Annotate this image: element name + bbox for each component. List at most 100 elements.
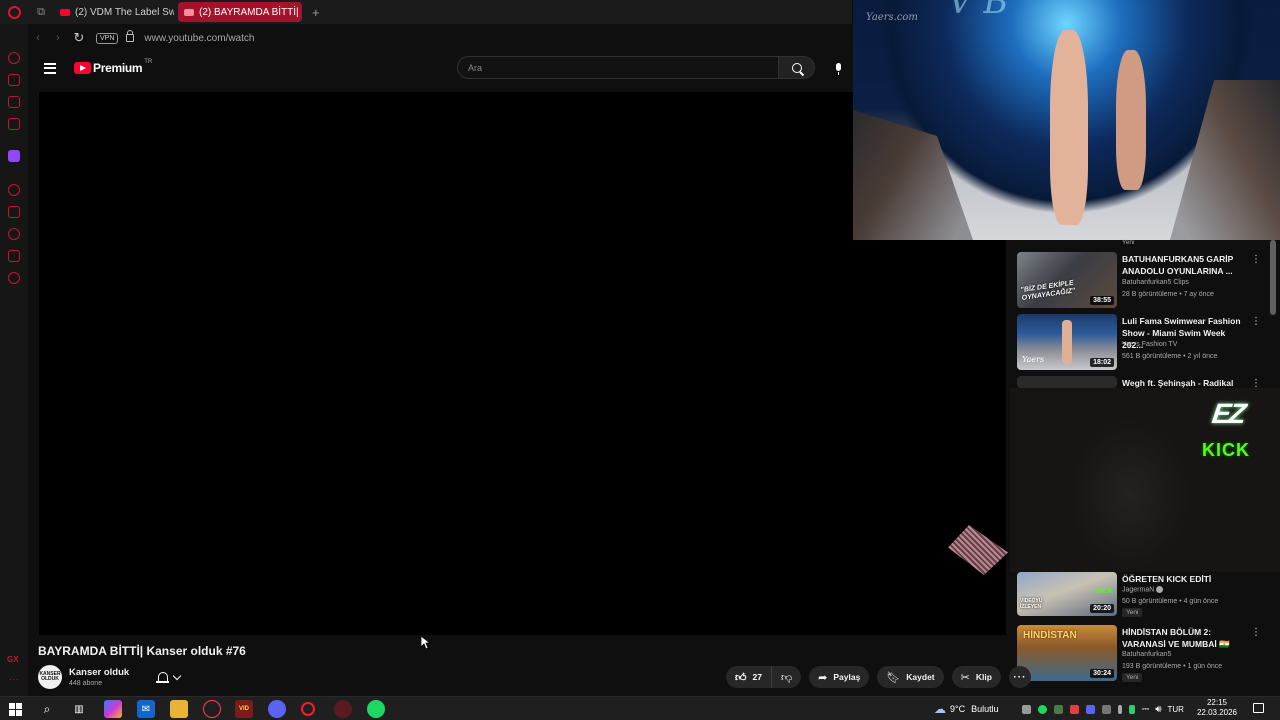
search-box	[457, 56, 779, 79]
youtube-logo[interactable]: Premium TR	[74, 59, 152, 75]
new-tab-button[interactable]: +	[306, 5, 326, 20]
tray-app-icon[interactable]	[1070, 704, 1079, 714]
save-button[interactable]: 🔖︎ Kaydet	[877, 666, 944, 688]
tab-island-icon[interactable]: ⧉	[28, 0, 54, 24]
list-item[interactable]: KICK VİDEOYU İZLEYEN 20:20 ÖĞRETEN KICK …	[1017, 572, 1277, 632]
video-title[interactable]: BATUHANFURKAN5 GARİP ANADOLU OYUNLARINA …	[1122, 253, 1246, 277]
picture-in-picture-video[interactable]: V B Yaers.com	[853, 0, 1280, 240]
clip-button[interactable]: ✂ Klip	[951, 666, 1001, 688]
search-input[interactable]	[458, 57, 758, 78]
extensions-icon[interactable]	[8, 250, 20, 262]
more-actions-button[interactable]: ···	[1008, 666, 1031, 688]
notification-bell-button[interactable]	[149, 666, 189, 688]
copilot-icon[interactable]	[104, 700, 122, 718]
task-view-icon[interactable]: ▥	[70, 700, 88, 718]
steam-tray-icon[interactable]	[1022, 704, 1031, 714]
tray-app-icon[interactable]	[1129, 704, 1135, 714]
spotify-icon[interactable]	[367, 700, 385, 718]
tab-bayramda-bitti[interactable]: (2) BAYRAMDA BİTTİ| Kan	[178, 2, 302, 22]
url-field[interactable]: www.youtube.com/watch	[144, 33, 254, 44]
video-thumbnail[interactable]: Yaers 18:02	[1017, 314, 1117, 370]
thumbnail-caption: "BİZ DE EKİPLE OYNAYACAĞIZ"	[1020, 279, 1076, 302]
network-icon[interactable]: ⎓	[1142, 704, 1149, 715]
hamburger-menu-icon[interactable]	[44, 60, 56, 76]
more-options-icon[interactable]: ⋮	[1251, 317, 1261, 327]
discord-icon[interactable]	[268, 700, 286, 718]
duration-badge: 30:24	[1090, 669, 1114, 678]
aria-icon[interactable]	[8, 52, 20, 64]
vpn-badge[interactable]: VPN	[96, 32, 119, 44]
weather-widget[interactable]: ☁ 9°C Bulutlu	[934, 697, 999, 720]
opera-icon[interactable]	[301, 702, 315, 716]
microphone-tray-icon[interactable]	[1118, 704, 1122, 714]
outlook-icon[interactable]: ✉	[137, 700, 155, 718]
video-thumbnail[interactable]	[1017, 376, 1117, 388]
discord-tray-icon[interactable]	[1086, 704, 1095, 714]
gx-control-icon[interactable]: GX	[7, 655, 19, 664]
channel-name[interactable]: Batuhanfurkan5	[1122, 651, 1171, 658]
share-button[interactable]: ➦ Paylaş	[809, 666, 870, 688]
video-meta: 193 B görüntüleme • 1 gün önce	[1122, 663, 1223, 670]
dislike-button[interactable]: 👎︎	[772, 666, 801, 688]
workspace-icon[interactable]	[8, 74, 20, 86]
video-title[interactable]: HİNDİSTAN BÖLÜM 2: VARANASİ VE MUMBAİ 🇮🇳	[1122, 626, 1246, 650]
gmail-icon[interactable]	[8, 118, 20, 130]
video-title[interactable]: ÖĞRETEN KICK EDİTİ	[1122, 573, 1246, 585]
tray-app-icon[interactable]	[1102, 704, 1111, 714]
system-clock[interactable]: 22:15 22.03.2026	[1196, 698, 1238, 718]
list-item[interactable]: HİNDİSTAN 30:24 HİNDİSTAN BÖLÜM 2: VARAN…	[1017, 625, 1277, 685]
channel-avatar[interactable]: KANSER OLDUK	[38, 665, 62, 689]
video-thumbnail[interactable]: HİNDİSTAN 30:24	[1017, 625, 1117, 681]
history-icon[interactable]	[8, 228, 20, 240]
messenger-icon[interactable]	[8, 96, 20, 108]
opera-gx-active-icon[interactable]	[334, 700, 352, 718]
list-item[interactable]: Wegh ft. Şehinşah - Radikal ⋮	[1017, 376, 1277, 388]
list-item[interactable]: Yaers 18:02 Luli Fama Swimwear Fashion S…	[1017, 314, 1277, 374]
spotify-tray-icon[interactable]	[1038, 704, 1047, 714]
notification-center-icon[interactable]	[1253, 703, 1264, 713]
reload-icon[interactable]: ↻	[68, 30, 90, 46]
tab-vdm-swimwear[interactable]: (2) VDM The Label Swimw	[54, 2, 174, 22]
search-button[interactable]	[779, 56, 815, 79]
opera-gx-icon[interactable]	[203, 700, 221, 718]
channel-name[interactable]: JagermaN	[1122, 586, 1164, 593]
video-editor-icon[interactable]: VID	[235, 700, 253, 718]
recommendations-scrollbar[interactable]	[1270, 240, 1276, 315]
player-icon[interactable]	[8, 184, 20, 196]
like-dislike-group: 👍︎ 27 👎︎	[726, 666, 802, 688]
back-icon[interactable]: ‹	[28, 32, 48, 44]
settings-icon[interactable]	[8, 272, 20, 284]
language-indicator[interactable]: TUR	[1168, 705, 1184, 714]
volume-icon[interactable]: 🔊︎	[1155, 704, 1161, 715]
list-item[interactable]: "BİZ DE EKİPLE OYNAYACAĞIZ" 38:55 BATUHA…	[1017, 252, 1277, 312]
video-title[interactable]: Wegh ft. Şehinşah - Radikal	[1122, 377, 1246, 388]
like-button[interactable]: 👍︎ 27	[726, 666, 772, 688]
start-button[interactable]	[6, 700, 24, 718]
video-thumbnail[interactable]: KICK VİDEOYU İZLEYEN 20:20	[1017, 572, 1117, 616]
more-options-icon[interactable]: ⋮	[1251, 628, 1261, 638]
channel-name[interactable]: Batuhanfurkan5 Clips	[1122, 279, 1189, 286]
forward-icon[interactable]: ›	[48, 32, 68, 44]
more-options-icon[interactable]: ⋮	[1251, 379, 1261, 389]
more-options-icon[interactable]: ⋮	[1251, 255, 1261, 265]
voice-search-button[interactable]	[829, 58, 847, 76]
system-tray: ⎓ 🔊︎ TUR	[1022, 697, 1184, 720]
pinboard-icon[interactable]	[8, 206, 20, 218]
clock-date: 22.03.2026	[1196, 708, 1238, 717]
search-taskbar-icon[interactable]: ⌕	[38, 700, 56, 718]
opera-logo-icon[interactable]	[0, 0, 28, 24]
lock-icon[interactable]	[126, 30, 135, 42]
microphone-icon	[835, 63, 841, 75]
channel-name[interactable]: Yaers Fashion TV	[1122, 341, 1177, 348]
sidebar-more-icon[interactable]: ···	[9, 674, 19, 685]
video-thumbnail[interactable]: "BİZ DE EKİPLE OYNAYACAĞIZ" 38:55	[1017, 252, 1117, 308]
ez-logo: EZ	[1210, 398, 1247, 429]
file-explorer-icon[interactable]	[170, 700, 188, 718]
youtube-play-icon	[74, 62, 91, 74]
clock-time: 22:15	[1206, 698, 1228, 707]
nvidia-tray-icon[interactable]	[1054, 704, 1063, 714]
tab-label: (2) BAYRAMDA BİTTİ| Kan	[199, 6, 302, 18]
channel-name[interactable]: Kanser olduk	[69, 667, 129, 678]
twitch-icon[interactable]	[8, 150, 20, 162]
weather-desc: Bulutlu	[971, 704, 999, 714]
